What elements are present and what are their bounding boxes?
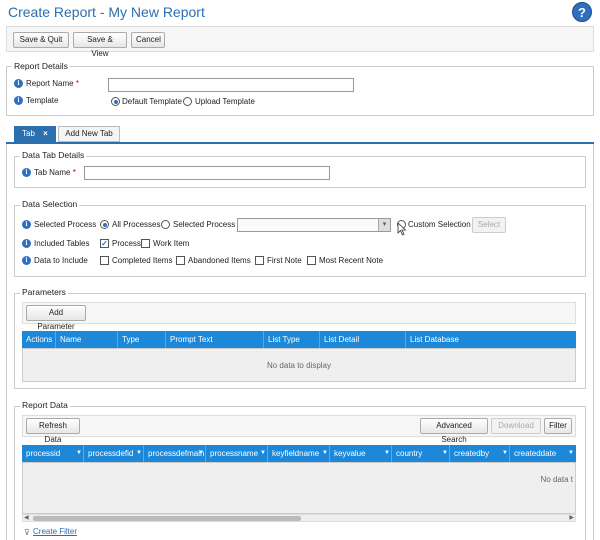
create-filter-link[interactable]: Create Filter <box>33 527 77 536</box>
scroll-right-icon[interactable]: ▶ <box>569 514 574 521</box>
tab-strip: Tab × Add New Tab <box>6 126 594 142</box>
chevron-down-icon[interactable]: ▼ <box>198 448 206 458</box>
completed-items-label: Completed Items <box>112 256 173 265</box>
info-icon: i <box>22 220 31 229</box>
chevron-down-icon[interactable]: ▼ <box>442 448 450 458</box>
column-header[interactable]: List Detail <box>320 331 406 348</box>
scroll-left-icon[interactable]: ◀ <box>24 514 29 521</box>
close-icon[interactable]: × <box>43 129 48 138</box>
chevron-down-icon[interactable]: ▼ <box>568 448 576 458</box>
report-details-legend: Report Details <box>12 61 70 71</box>
included-tables-label: Included Tables <box>34 239 90 248</box>
chevron-down-icon[interactable]: ▼ <box>260 448 268 458</box>
chevron-down-icon[interactable]: ▼ <box>322 448 330 458</box>
help-icon[interactable]: ? <box>572 2 592 22</box>
info-icon: i <box>22 256 31 265</box>
column-header[interactable]: Prompt Text <box>166 331 264 348</box>
process-label: Process <box>112 239 141 248</box>
process-checkbox[interactable]: ✓ <box>100 239 109 248</box>
parameters-grid-body: No data to display <box>22 348 576 382</box>
scrollbar-thumb[interactable] <box>33 516 301 521</box>
report-data-legend: Report Data <box>20 400 70 410</box>
chevron-down-icon[interactable]: ▼ <box>502 448 510 458</box>
column-header[interactable]: Actions <box>22 331 56 348</box>
report-data-grid-header: processid ▼ processdefid ▼ processdefmai… <box>22 445 576 462</box>
selected-process-radio[interactable] <box>161 220 170 229</box>
chevron-down-icon[interactable]: ▼ <box>76 448 84 458</box>
default-template-label: Default Template <box>122 97 182 106</box>
first-note-label: First Note <box>267 256 302 265</box>
most-recent-note-checkbox[interactable] <box>307 256 316 265</box>
column-header[interactable]: Name <box>56 331 118 348</box>
column-header[interactable]: processdefid <box>84 445 144 462</box>
upload-template-label: Upload Template <box>195 97 255 106</box>
info-icon: i <box>14 79 23 88</box>
first-note-checkbox[interactable] <box>255 256 264 265</box>
all-processes-label: All Processes <box>112 220 161 229</box>
data-to-include-label: Data to Include <box>34 256 88 265</box>
work-item-checkbox[interactable] <box>141 239 150 248</box>
column-header[interactable]: createddate <box>510 445 576 462</box>
column-header[interactable]: List Database <box>406 331 576 348</box>
column-header[interactable]: Type <box>118 331 166 348</box>
cancel-button[interactable]: Cancel <box>131 32 165 48</box>
add-new-tab-button[interactable]: Add New Tab <box>58 126 120 142</box>
default-template-radio[interactable] <box>111 97 120 106</box>
parameters-toolbar <box>22 302 576 324</box>
tab-name-input[interactable] <box>84 166 330 180</box>
select-button[interactable]: Select <box>472 217 506 233</box>
refresh-data-button[interactable]: Refresh Data <box>26 418 80 444</box>
upload-template-radio[interactable] <box>183 97 192 106</box>
selected-process-option-label: Selected Process <box>173 220 236 229</box>
data-tab-details-legend: Data Tab Details <box>20 150 87 160</box>
empty-message: No data to display <box>266 361 332 370</box>
completed-items-checkbox[interactable] <box>100 256 109 265</box>
template-label: Template <box>26 96 59 105</box>
parameters-grid-header: Actions Name Type Prompt Text List Type … <box>22 331 576 348</box>
report-name-label: Report Name * <box>26 79 79 88</box>
download-button[interactable]: Download <box>491 418 541 434</box>
filter-icon: ⊽ <box>24 528 30 537</box>
chevron-down-icon[interactable]: ▼ <box>136 448 144 458</box>
tab-tab[interactable]: Tab × <box>14 126 56 142</box>
most-recent-note-label: Most Recent Note <box>319 256 384 265</box>
selected-process-label: Selected Process <box>34 220 97 229</box>
empty-message: No data t <box>540 475 573 484</box>
chevron-down-icon: ▾ <box>378 219 390 231</box>
info-icon: i <box>14 96 23 105</box>
info-icon: i <box>22 168 31 177</box>
abandoned-items-checkbox[interactable] <box>176 256 185 265</box>
all-processes-radio[interactable] <box>100 220 109 229</box>
add-parameter-button[interactable]: Add Parameter <box>26 305 86 331</box>
page-title: Create Report - My New Report <box>8 4 205 20</box>
column-header[interactable]: keyfieldname <box>268 445 330 462</box>
report-name-input[interactable] <box>108 78 354 92</box>
save-view-button[interactable]: Save & View <box>73 32 127 58</box>
advanced-search-button[interactable]: Advanced Search <box>420 418 488 444</box>
mouse-cursor-icon <box>397 222 407 236</box>
toolbar: Save & Quit Save & View Cancel <box>6 26 594 58</box>
report-data-grid-body: No data t <box>22 462 576 514</box>
abandoned-items-label: Abandoned Items <box>188 256 251 265</box>
process-select[interactable]: ▾ <box>237 218 391 232</box>
column-header[interactable]: keyvalue <box>330 445 392 462</box>
work-item-label: Work Item <box>153 239 190 248</box>
tab-name-label: Tab Name * <box>34 168 76 177</box>
column-header[interactable]: processname <box>206 445 268 462</box>
column-header[interactable]: processdefmainid <box>144 445 206 462</box>
custom-selection-label: Custom Selection <box>408 220 471 229</box>
info-icon: i <box>22 239 31 248</box>
parameters-legend: Parameters <box>20 287 68 297</box>
chevron-down-icon[interactable]: ▼ <box>384 448 392 458</box>
column-header[interactable]: createdby <box>450 445 510 462</box>
horizontal-scrollbar[interactable]: ◀ ▶ <box>22 514 576 522</box>
data-selection-legend: Data Selection <box>20 199 80 209</box>
column-header[interactable]: List Type <box>264 331 320 348</box>
filter-button[interactable]: Filter <box>544 418 572 434</box>
save-quit-button[interactable]: Save & Quit <box>13 32 69 48</box>
column-header[interactable]: processid <box>22 445 84 462</box>
